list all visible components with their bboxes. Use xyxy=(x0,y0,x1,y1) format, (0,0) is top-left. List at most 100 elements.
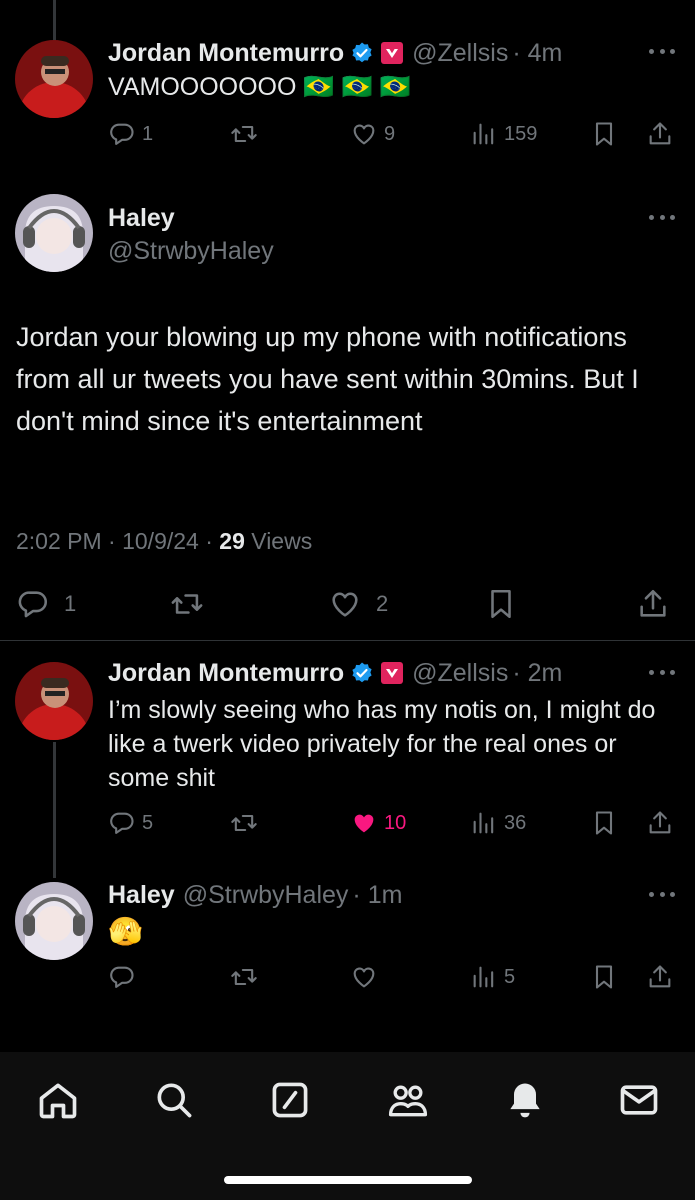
avatar-haley[interactable] xyxy=(15,882,93,960)
share-icon xyxy=(646,963,674,991)
display-name[interactable]: Jordan Montemurro xyxy=(108,658,344,688)
home-icon[interactable] xyxy=(36,1078,80,1122)
handle[interactable]: @StrwbyHaley xyxy=(108,237,274,266)
like-icon xyxy=(328,587,362,621)
affiliate-badge-icon xyxy=(380,41,404,65)
display-name[interactable]: Haley xyxy=(108,880,175,910)
retweet-button[interactable] xyxy=(230,805,264,841)
like-count: 9 xyxy=(384,122,396,145)
reply-icon xyxy=(108,120,136,148)
share-button[interactable] xyxy=(636,584,670,624)
more-options-icon[interactable] xyxy=(649,215,675,221)
share-button[interactable] xyxy=(646,959,674,995)
bookmark-button[interactable] xyxy=(484,584,518,624)
thread-line-top xyxy=(53,0,56,42)
retweet-icon xyxy=(170,587,204,621)
bookmark-icon xyxy=(590,809,618,837)
verified-badge-icon xyxy=(350,41,374,65)
divider xyxy=(0,640,695,641)
retweet-icon xyxy=(230,809,258,837)
tweet-meta: 2:02 PM · 10/9/24 · 29 Views xyxy=(16,528,312,555)
like-count: 2 xyxy=(376,591,389,616)
tweet-actions: 5 xyxy=(108,959,675,995)
bookmark-button[interactable] xyxy=(590,959,618,995)
reply-button[interactable]: 1 xyxy=(16,584,76,624)
reply-button[interactable]: 1 xyxy=(108,116,153,152)
retweet-button[interactable] xyxy=(230,116,264,152)
reply-icon xyxy=(108,963,136,991)
bookmark-icon xyxy=(590,963,618,991)
bookmark-button[interactable] xyxy=(590,116,618,152)
like-icon xyxy=(350,120,378,148)
bookmark-icon xyxy=(590,120,618,148)
timestamp[interactable]: · 2m xyxy=(512,658,562,688)
share-icon xyxy=(646,809,674,837)
more-options-icon[interactable] xyxy=(649,892,675,898)
more-options-icon[interactable] xyxy=(649,670,675,676)
views-icon xyxy=(470,809,498,837)
share-button[interactable] xyxy=(646,805,674,841)
verified-badge-icon xyxy=(350,661,374,685)
search-icon[interactable] xyxy=(152,1078,196,1122)
views-icon xyxy=(470,120,498,148)
tweet-header: Haley @StrwbyHaley · 1m xyxy=(108,880,402,910)
tweet-header: Jordan Montemurro @Zellsis · 4m xyxy=(108,38,562,68)
like-button[interactable]: 2 xyxy=(328,584,388,624)
views-button[interactable]: 159 xyxy=(470,116,537,152)
retweet-icon xyxy=(230,120,258,148)
views-count: 5 xyxy=(504,965,516,988)
views-label: Views xyxy=(251,528,313,554)
handle[interactable]: @StrwbyHaley xyxy=(183,880,349,910)
communities-icon[interactable] xyxy=(386,1078,430,1122)
bookmark-button[interactable] xyxy=(590,805,618,841)
reply-count: 5 xyxy=(142,811,154,834)
retweet-button[interactable] xyxy=(230,959,264,995)
display-name[interactable]: Haley xyxy=(108,204,175,233)
bookmark-icon xyxy=(484,587,518,621)
avatar-jordan[interactable] xyxy=(15,662,93,740)
retweet-icon xyxy=(230,963,258,991)
thread-line-middle xyxy=(53,742,56,878)
retweet-button[interactable] xyxy=(170,584,204,624)
like-count: 10 xyxy=(384,811,407,834)
views-icon xyxy=(470,963,498,991)
tweet-text: I’m slowly seeing who has my notis on, I… xyxy=(108,696,656,792)
like-button[interactable] xyxy=(350,959,384,995)
notifications-icon[interactable] xyxy=(503,1078,547,1122)
more-options-icon[interactable] xyxy=(649,49,675,55)
tweet-actions: 1 2 xyxy=(16,584,671,624)
tweet-actions: 5 10 36 xyxy=(108,805,675,841)
views-count: 36 xyxy=(504,811,527,834)
share-icon xyxy=(646,120,674,148)
tweet-text: Jordan your blowing up my phone with not… xyxy=(16,322,639,436)
display-name[interactable]: Jordan Montemurro xyxy=(108,38,344,68)
views-button[interactable]: 5 xyxy=(470,959,515,995)
handle[interactable]: @Zellsis xyxy=(412,658,508,688)
share-button[interactable] xyxy=(646,116,674,152)
messages-icon[interactable] xyxy=(617,1078,661,1122)
affiliate-badge-icon xyxy=(380,661,404,685)
like-icon xyxy=(350,963,378,991)
timestamp[interactable]: · 1m xyxy=(352,880,402,910)
tweet-text: VAMOOOOOOO 🇧🇷 🇧🇷 🇧🇷 xyxy=(108,73,411,101)
like-filled-icon xyxy=(350,809,378,837)
reply-button[interactable]: 5 xyxy=(108,805,153,841)
views-count: 159 xyxy=(504,122,538,145)
reply-count: 1 xyxy=(64,591,77,616)
handle[interactable]: @Zellsis xyxy=(412,38,508,68)
like-button[interactable]: 10 xyxy=(350,805,406,841)
tweet-header: Jordan Montemurro @Zellsis · 2m xyxy=(108,658,562,688)
views-button[interactable]: 36 xyxy=(470,805,526,841)
reply-count: 1 xyxy=(142,122,154,145)
views-count: 29 xyxy=(219,528,245,554)
like-button[interactable]: 9 xyxy=(350,116,395,152)
reply-button[interactable] xyxy=(108,959,142,995)
avatar-jordan[interactable] xyxy=(15,40,93,118)
reply-icon xyxy=(16,587,50,621)
tweet-actions: 1 9 159 xyxy=(108,116,675,152)
avatar-haley[interactable] xyxy=(15,194,93,272)
home-indicator[interactable] xyxy=(224,1176,472,1184)
compose-icon[interactable] xyxy=(268,1078,312,1122)
timestamp[interactable]: · 4m xyxy=(512,38,562,68)
share-icon xyxy=(636,587,670,621)
